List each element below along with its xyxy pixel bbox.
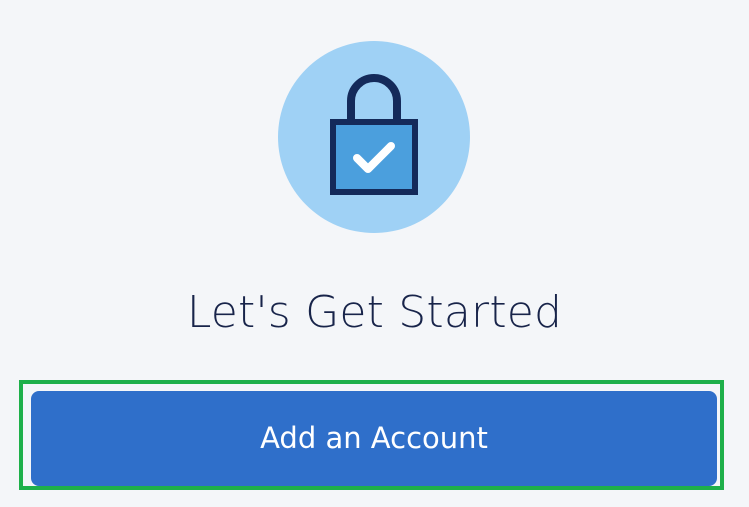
hero-circle <box>278 41 470 233</box>
lock-check-icon <box>330 74 418 195</box>
add-account-button[interactable]: Add an Account <box>31 391 717 486</box>
page-title: Let's Get Started <box>186 287 563 338</box>
